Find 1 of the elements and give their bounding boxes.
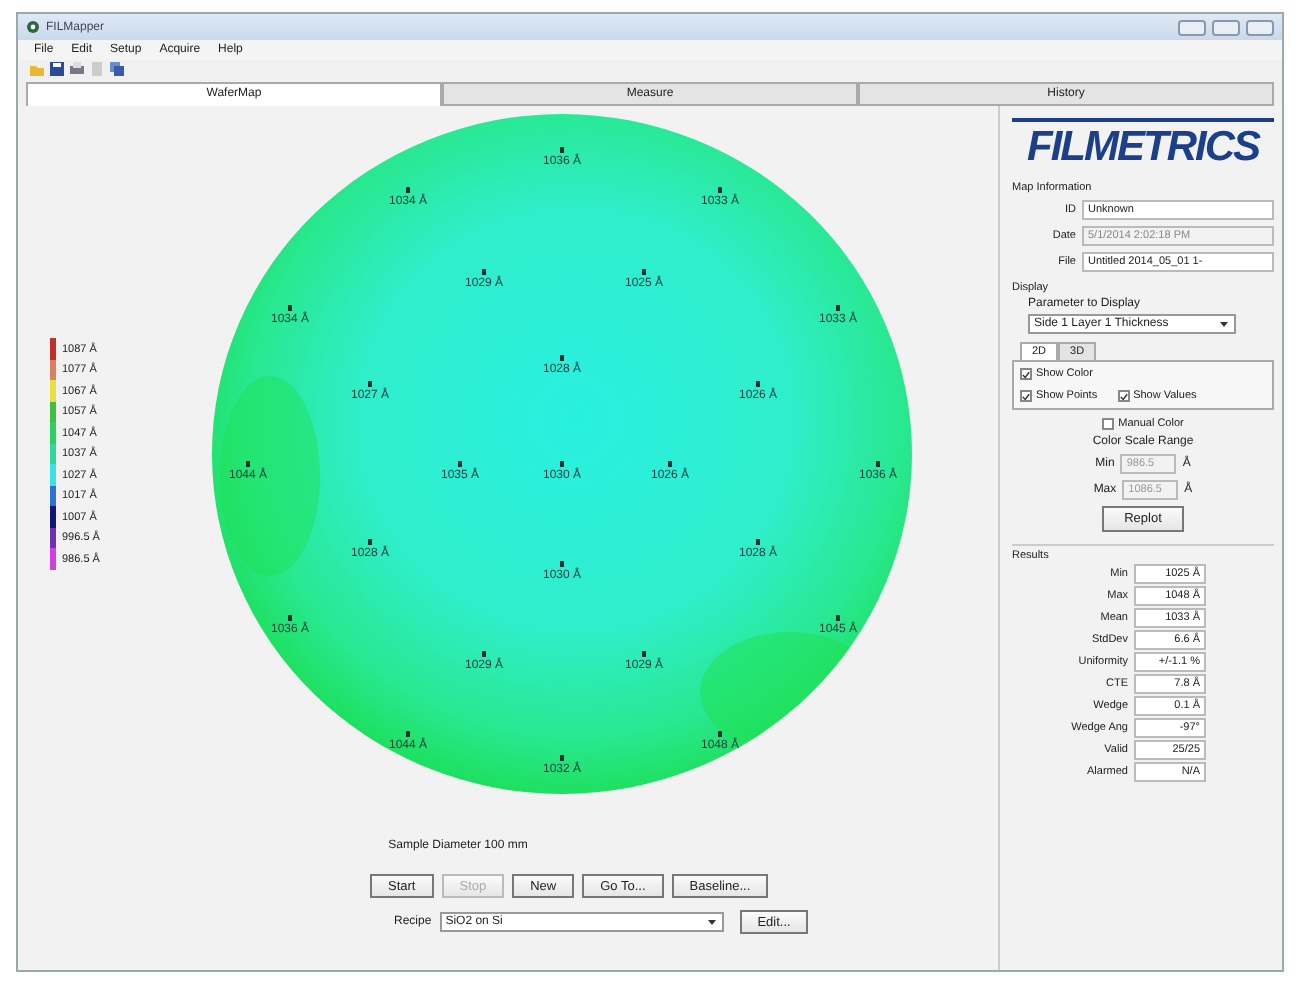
company-logo: FILMETRICS [1012, 118, 1274, 172]
